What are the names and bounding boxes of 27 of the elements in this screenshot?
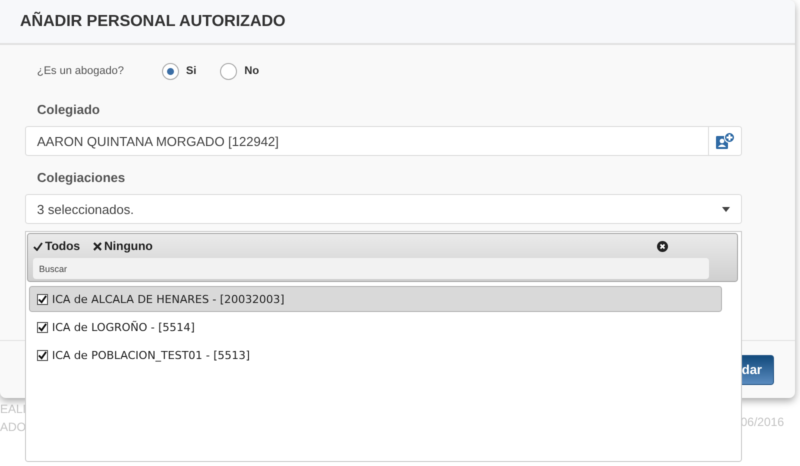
checkbox[interactable] bbox=[37, 350, 48, 360]
option-item[interactable]: ICA de ALCALA DE HENARES - [20032003] bbox=[29, 286, 722, 312]
dialog-title: AÑADIR PERSONAL AUTORIZADO bbox=[20, 12, 286, 30]
table-text: EALI bbox=[0, 402, 26, 416]
checkbox[interactable] bbox=[37, 322, 48, 332]
question-label: ¿Es un abogado? bbox=[37, 65, 125, 77]
add-user-icon bbox=[715, 132, 735, 150]
table-text: ADO bbox=[0, 420, 26, 434]
select-all-link[interactable]: Todos bbox=[33, 239, 80, 253]
select-none-link[interactable]: Ninguno bbox=[93, 239, 153, 253]
date-text: 06/2016 bbox=[740, 415, 784, 431]
radio-button[interactable] bbox=[220, 62, 238, 80]
radio-option[interactable]: No bbox=[220, 62, 260, 80]
check-icon bbox=[33, 242, 43, 250]
option-item[interactable]: ICA de POBLACION_TEST01 - [5513] bbox=[29, 342, 722, 368]
radio-option[interactable]: Si bbox=[162, 62, 196, 80]
caret-icon bbox=[722, 206, 730, 212]
field-label: Colegiado bbox=[36, 102, 101, 117]
close-icon[interactable] bbox=[657, 240, 668, 252]
field-label: Colegiaciones bbox=[36, 170, 126, 185]
x-icon bbox=[93, 242, 102, 250]
option-item[interactable]: ICA de LOGROÑO - [5514] bbox=[29, 314, 722, 340]
input-field[interactable]: AARON QUINTANA MORGADO [122942] bbox=[25, 126, 742, 156]
radio-button[interactable] bbox=[162, 62, 179, 80]
checkbox[interactable] bbox=[37, 294, 48, 304]
select-field[interactable]: 3 seleccionados. bbox=[25, 194, 742, 224]
search-field[interactable]: Buscar bbox=[33, 258, 709, 279]
